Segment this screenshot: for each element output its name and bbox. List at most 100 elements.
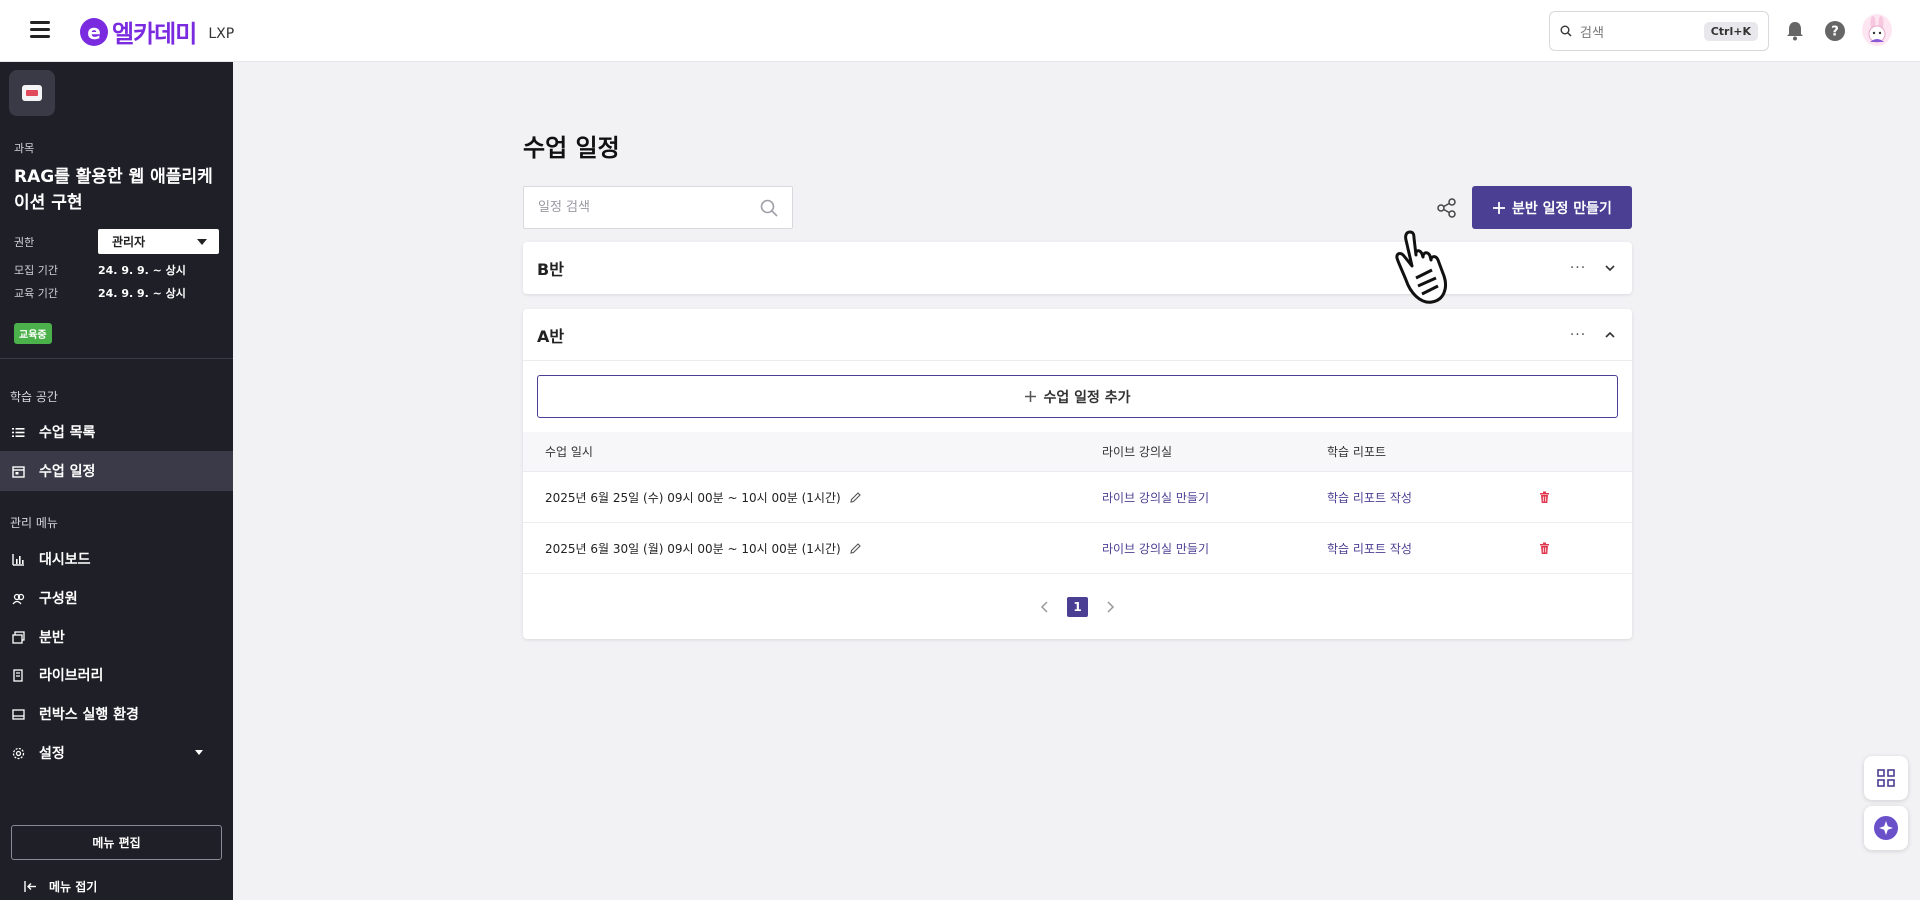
create-class-schedule-button[interactable]: 분반 일정 만들기 <box>1472 186 1632 229</box>
sidebar-item-settings[interactable]: 설정 <box>0 733 233 773</box>
logo-mark: e <box>80 17 108 46</box>
write-report-link[interactable]: 학습 리포트 작성 <box>1327 489 1524 506</box>
column-header-live: 라이브 강의실 <box>1102 445 1173 459</box>
class-section-b: B반 ··· <box>523 242 1632 294</box>
chat-assistant-button[interactable] <box>1864 806 1908 850</box>
menu-fold-label: 메뉴 접기 <box>49 880 98 894</box>
chevron-left-icon[interactable] <box>1039 600 1051 613</box>
trash-icon[interactable] <box>1538 542 1551 555</box>
class-split-icon <box>12 630 25 644</box>
column-header-report: 학습 리포트 <box>1327 445 1387 459</box>
column-header-datetime: 수업 일시 <box>545 445 593 459</box>
schedule-search-input[interactable] <box>538 200 760 215</box>
sidebar-item-class-split[interactable]: 분반 <box>0 617 233 657</box>
caret-down-icon <box>195 750 203 755</box>
logo-sub: LXP <box>208 25 235 42</box>
sidebar-item-library[interactable]: 라이브러리 <box>0 655 233 695</box>
table-header: 수업 일시 라이브 강의실 학습 리포트 <box>523 432 1632 472</box>
sidebar-item-label: 수업 목록 <box>39 425 96 441</box>
section-name: A반 <box>537 326 565 346</box>
section-header[interactable]: A반 ··· <box>523 309 1632 361</box>
sidebar-item-label: 런박스 실행 환경 <box>39 707 139 723</box>
top-bar: e 엘카데미 LXP 검색 Ctrl+K ? <box>0 0 1920 62</box>
role-value: 관리자 <box>112 235 146 249</box>
chevron-right-icon[interactable] <box>1104 600 1116 613</box>
bunny-avatar-icon <box>1868 16 1886 43</box>
chevron-down-icon[interactable] <box>1602 260 1618 276</box>
caret-down-icon <box>197 238 207 245</box>
page-button[interactable]: 1 <box>1067 596 1088 617</box>
menu-edit-button[interactable]: 메뉴 편집 <box>11 825 222 860</box>
sidebar-item-lesson-list[interactable]: 수업 목록 <box>0 412 233 452</box>
recruit-period-value: 24. 9. 9. ~ 상시 <box>98 264 186 277</box>
bar-chart-icon <box>12 553 25 566</box>
hamburger-menu-icon[interactable] <box>30 21 50 39</box>
write-report-link[interactable]: 학습 리포트 작성 <box>1327 540 1524 557</box>
chat-star-icon <box>1874 816 1898 840</box>
class-section-a: A반 ··· 수업 일정 추가 수업 일시 라이브 강의실 학습 리포트 202… <box>523 309 1632 639</box>
global-search[interactable]: 검색 Ctrl+K <box>1549 11 1769 51</box>
search-icon[interactable] <box>760 199 778 217</box>
add-schedule-label: 수업 일정 추가 <box>1043 389 1131 406</box>
pagination: 1 <box>523 574 1632 639</box>
course-title: RAG를 활용한 웹 애플리케이션 구현 <box>14 167 213 213</box>
list-icon <box>12 426 25 439</box>
global-search-placeholder: 검색 <box>1580 25 1604 41</box>
tv-icon <box>22 85 42 101</box>
apps-grid-button[interactable] <box>1864 756 1908 800</box>
plus-icon <box>1025 391 1037 402</box>
more-options-icon[interactable]: ··· <box>1568 327 1588 343</box>
table-row: 2025년 6월 30일 (월) 09시 00분 ~ 10시 00분 (1시간)… <box>523 523 1632 574</box>
runbox-icon <box>12 708 25 721</box>
sidebar-item-runbox[interactable]: 런박스 실행 환경 <box>0 694 233 734</box>
add-schedule-button[interactable]: 수업 일정 추가 <box>537 375 1618 418</box>
learning-section-title: 학습 공간 <box>10 390 58 404</box>
sidebar-item-label: 설정 <box>39 746 65 762</box>
sidebar-item-label: 분반 <box>39 630 65 646</box>
admin-section-title: 관리 메뉴 <box>10 516 58 530</box>
sidebar-item-lesson-schedule[interactable]: 수업 일정 <box>0 451 233 491</box>
role-label: 권한 <box>14 236 35 249</box>
grid-icon <box>1877 769 1895 787</box>
course-label: 과목 <box>14 142 35 155</box>
schedule-search <box>523 186 793 229</box>
chevron-up-icon[interactable] <box>1602 327 1618 343</box>
help-icon[interactable]: ? <box>1824 20 1846 42</box>
edu-period-label: 교육 기간 <box>14 287 58 300</box>
sidebar-item-label: 라이브러리 <box>39 668 104 684</box>
svg-text:?: ? <box>1831 25 1839 40</box>
schedule-datetime: 2025년 6월 30일 (월) 09시 00분 ~ 10시 00분 (1시간) <box>545 541 841 556</box>
sidebar-item-members[interactable]: 구성원 <box>0 578 233 618</box>
page-title: 수업 일정 <box>523 134 620 162</box>
course-thumbnail <box>9 70 55 116</box>
avatar[interactable] <box>1862 14 1892 46</box>
pencil-icon[interactable] <box>849 542 862 555</box>
status-badge: 교육중 <box>14 323 52 344</box>
gear-icon <box>12 747 25 760</box>
sidebar: 과목 RAG를 활용한 웹 애플리케이션 구현 권한 관리자 모집 기간 24.… <box>0 62 233 900</box>
role-select[interactable]: 관리자 <box>98 229 219 254</box>
plus-icon <box>1493 201 1506 214</box>
create-button-label: 분반 일정 만들기 <box>1512 200 1612 217</box>
logo[interactable]: e 엘카데미 LXP <box>80 14 234 49</box>
hand-pointer-cursor-icon <box>1395 230 1447 304</box>
create-live-room-link[interactable]: 라이브 강의실 만들기 <box>1102 540 1327 557</box>
create-live-room-link[interactable]: 라이브 강의실 만들기 <box>1102 489 1327 506</box>
search-icon <box>1560 25 1572 37</box>
logo-text: 엘카데미 <box>112 20 197 48</box>
bell-icon[interactable] <box>1784 20 1806 42</box>
share-icon[interactable] <box>1436 197 1458 219</box>
table-row: 2025년 6월 25일 (수) 09시 00분 ~ 10시 00분 (1시간)… <box>523 472 1632 523</box>
collapse-left-icon <box>24 881 36 892</box>
trash-icon[interactable] <box>1538 491 1551 504</box>
calendar-icon <box>12 465 25 478</box>
menu-fold-button[interactable]: 메뉴 접기 <box>24 878 97 895</box>
edu-period-value: 24. 9. 9. ~ 상시 <box>98 287 186 300</box>
sidebar-item-dashboard[interactable]: 대시보드 <box>0 539 233 579</box>
sidebar-item-label: 대시보드 <box>39 552 91 568</box>
members-icon <box>12 592 25 605</box>
schedule-datetime: 2025년 6월 25일 (수) 09시 00분 ~ 10시 00분 (1시간) <box>545 490 841 505</box>
pencil-icon[interactable] <box>849 491 862 504</box>
more-options-icon[interactable]: ··· <box>1568 260 1588 276</box>
section-header[interactable]: B반 ··· <box>523 242 1632 294</box>
